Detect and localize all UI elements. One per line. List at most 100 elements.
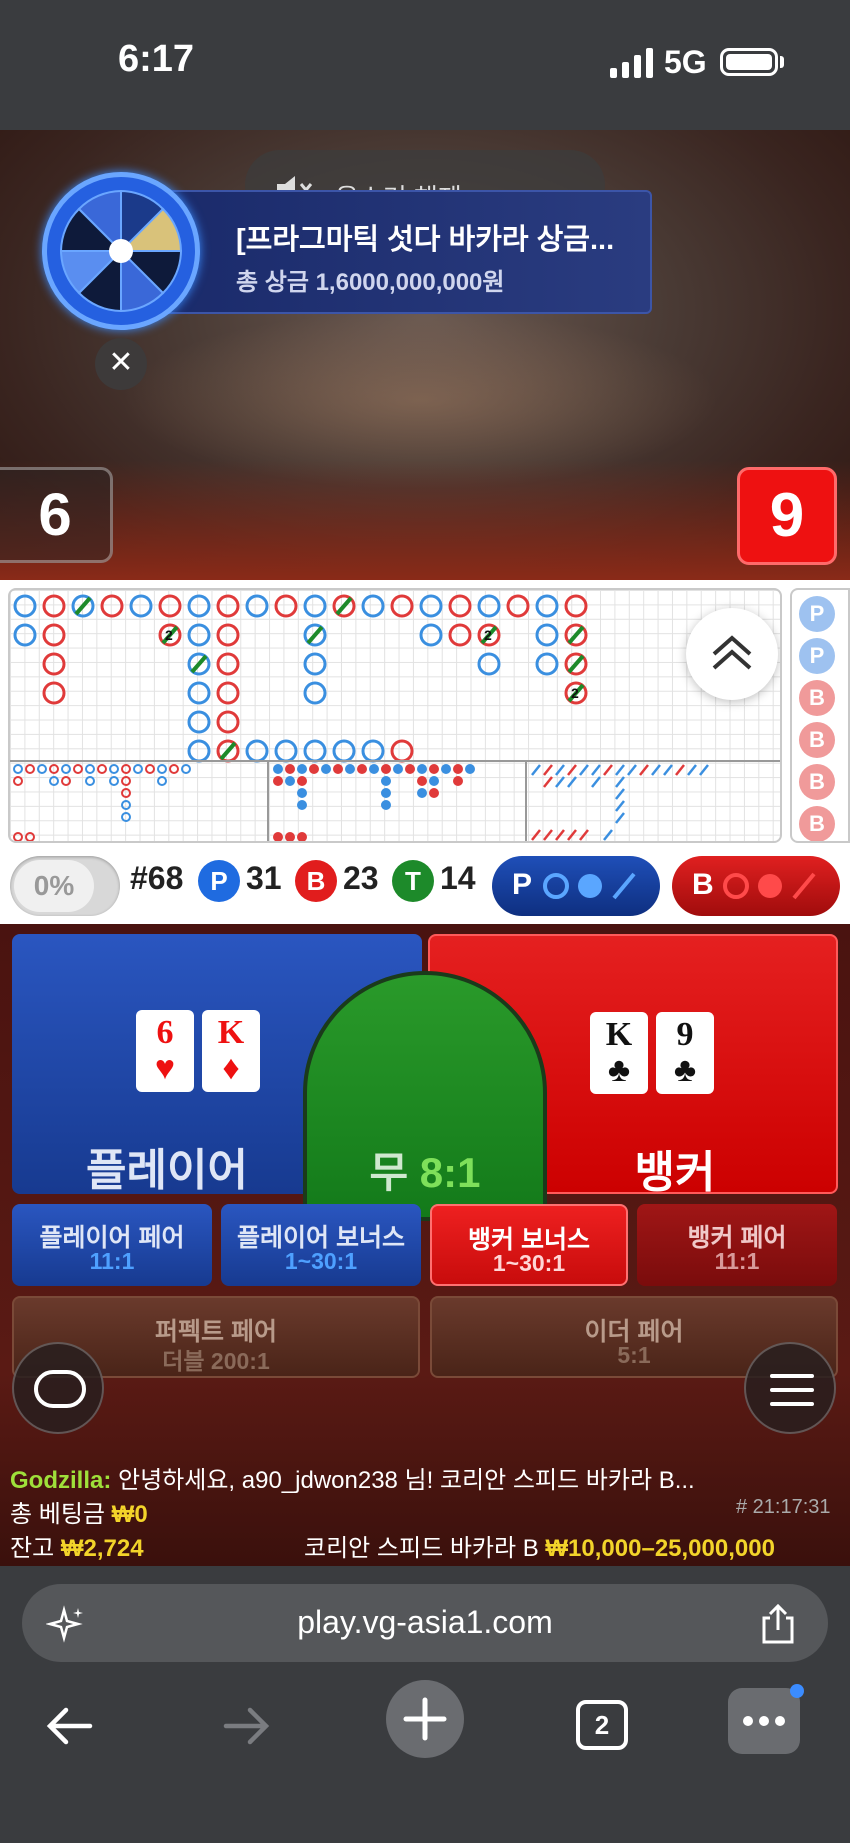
- prize-wheel-icon[interactable]: [42, 172, 200, 330]
- hamburger-menu-icon: [770, 1374, 814, 1406]
- table-name: 코리안 스피드 바카라 B: [304, 1535, 539, 1562]
- status-bar: 6:17 5G: [0, 0, 850, 130]
- tabs-button[interactable]: 2: [576, 1700, 628, 1750]
- chat-message: 안녕하세요, a90_jdwon238 님! 코리안 스피드 바카라 B...: [118, 1467, 695, 1494]
- percent-toggle-label: 0%: [14, 860, 94, 912]
- bead-item: B: [799, 722, 835, 758]
- banker-card: K ♣: [590, 1012, 648, 1094]
- big-road-grid[interactable]: 2 2 2: [8, 588, 782, 843]
- banker-card: 9 ♣: [656, 1012, 714, 1094]
- card-suit: ♦: [222, 1050, 240, 1087]
- chat-bubble-icon: [34, 1370, 86, 1408]
- prediction-marks-icon: [543, 872, 636, 900]
- roadmap-panel: 2 2 2 P P B B B B: [0, 580, 850, 850]
- player-card: K ♦: [202, 1010, 260, 1092]
- prediction-marks-icon: [723, 872, 816, 900]
- player-bonus-bet[interactable]: 플레이어 보너스 1~30:1: [221, 1204, 421, 1286]
- svg-text:2: 2: [484, 627, 492, 643]
- banker-score: 9: [737, 467, 837, 565]
- close-icon: ✕: [108, 346, 134, 379]
- table-limits-line: 코리안 스피드 바카라 B ₩10,000–25,000,000: [304, 1528, 775, 1563]
- tie-count: 14: [440, 860, 476, 896]
- tie-chip: T: [392, 860, 434, 902]
- share-icon[interactable]: [758, 1602, 798, 1646]
- notification-dot: [790, 1684, 804, 1698]
- banker-bonus-odds: 1~30:1: [492, 1250, 566, 1276]
- bead-road-column[interactable]: P P B B B B: [790, 588, 850, 843]
- stats-bar: 0% #68 P 31 B 23 T 14 P B: [0, 850, 850, 924]
- status-time: 6:17: [118, 38, 195, 80]
- network-type: 5G: [664, 44, 707, 80]
- tie-label: 무: [369, 1149, 409, 1196]
- balance-line: 잔고 ₩2,724: [10, 1528, 144, 1563]
- browser-chrome: play.vg-asia1.com 2: [0, 1566, 850, 1843]
- promo-prize: 총 상금 1,6000,000,000원: [236, 269, 505, 296]
- card-rank: K: [605, 1016, 633, 1053]
- balance-value: ₩2,724: [60, 1535, 144, 1562]
- card-rank: 6: [156, 1014, 174, 1051]
- player-pair-odds: 11:1: [89, 1248, 135, 1274]
- battery-icon: [720, 48, 778, 76]
- bead-item: B: [799, 806, 835, 841]
- round-number: #68: [130, 860, 184, 896]
- bead-item: B: [799, 764, 835, 800]
- banker-bonus-bet[interactable]: 뱅커 보너스 1~30:1: [430, 1204, 628, 1286]
- banker-count: 23: [343, 860, 379, 896]
- plus-icon: [403, 1697, 447, 1741]
- back-arrow-icon[interactable]: [42, 1698, 98, 1754]
- banker-pair-odds: 11:1: [714, 1248, 760, 1274]
- player-score: 6: [0, 467, 113, 563]
- player-pair-bet[interactable]: 플레이어 페어 11:1: [12, 1204, 212, 1286]
- forward-arrow-icon[interactable]: [218, 1698, 274, 1754]
- chat-button[interactable]: [12, 1342, 104, 1434]
- table-limits: ₩10,000–25,000,000: [545, 1535, 775, 1562]
- new-tab-button[interactable]: [386, 1680, 464, 1758]
- svg-text:2: 2: [165, 627, 173, 643]
- svg-text:2: 2: [571, 685, 579, 701]
- menu-button[interactable]: [744, 1342, 836, 1434]
- bead-item: P: [799, 638, 835, 674]
- card-suit: ♥: [154, 1050, 176, 1087]
- player-chip: P: [198, 860, 240, 902]
- tie-label-group: 무 8:1: [307, 1139, 543, 1200]
- expand-roadmap-button[interactable]: [686, 608, 778, 700]
- tab-count: 2: [594, 1710, 610, 1740]
- promo-title: [프라그마틱 섯다 바카라 상금...: [236, 224, 615, 256]
- tie-bet-area[interactable]: 무 8:1: [303, 971, 547, 1221]
- card-rank: K: [217, 1014, 245, 1051]
- banker-predict-button[interactable]: B: [672, 856, 840, 916]
- close-promo-button[interactable]: ✕: [95, 338, 147, 390]
- more-dots-icon: [743, 1716, 785, 1726]
- bead-item: B: [799, 680, 835, 716]
- roadmap-marks: 2 2 2: [10, 594, 780, 841]
- player-bonus-odds: 1~30:1: [284, 1248, 358, 1274]
- url-text: play.vg-asia1.com: [297, 1604, 553, 1640]
- game-id: # 21:17:31: [736, 1496, 831, 1518]
- double-chevron-up-icon: [712, 635, 752, 670]
- battery-tip: [780, 56, 784, 68]
- video-floor: [0, 460, 850, 580]
- tie-odds: 8:1: [419, 1149, 481, 1196]
- banker-predict-label: B: [692, 868, 714, 901]
- total-bet-value: ₩0: [111, 1501, 148, 1528]
- player-count: 31: [246, 860, 282, 896]
- total-bet-line: 총 베팅금 ₩0: [10, 1494, 148, 1529]
- promo-banner[interactable]: [프라그마틱 섯다 바카라 상금... 총 상금 1,6000,000,000원: [150, 190, 652, 314]
- banker-chip: B: [295, 860, 337, 902]
- bead-item: P: [799, 596, 835, 632]
- player-predict-label: P: [512, 868, 533, 901]
- banker-pair-bet[interactable]: 뱅커 페어 11:1: [637, 1204, 837, 1286]
- total-bet-label: 총 베팅금: [10, 1501, 105, 1528]
- card-suit: ♣: [607, 1052, 631, 1089]
- chat-line: Godzilla: 안녕하세요, a90_jdwon238 님! 코리안 스피드…: [10, 1460, 695, 1495]
- live-video: 음소거 해제 [프라그마틱 섯다 바카라 상금... 총 상금 1,6000,0…: [0, 130, 850, 580]
- percent-toggle[interactable]: 0%: [10, 856, 120, 916]
- more-menu-button[interactable]: [728, 1684, 804, 1754]
- card-suit: ♣: [673, 1052, 697, 1089]
- card-rank: 9: [676, 1016, 694, 1053]
- player-card: 6 ♥: [136, 1010, 194, 1092]
- address-bar[interactable]: play.vg-asia1.com: [22, 1584, 828, 1662]
- balance-label: 잔고: [10, 1535, 55, 1562]
- betting-table: 6 ♥ K ♦ 플레이어 K ♣ 9 ♣ 뱅커 무 8:1 플레이어 페어 11…: [0, 924, 850, 1566]
- player-predict-button[interactable]: P: [492, 856, 660, 916]
